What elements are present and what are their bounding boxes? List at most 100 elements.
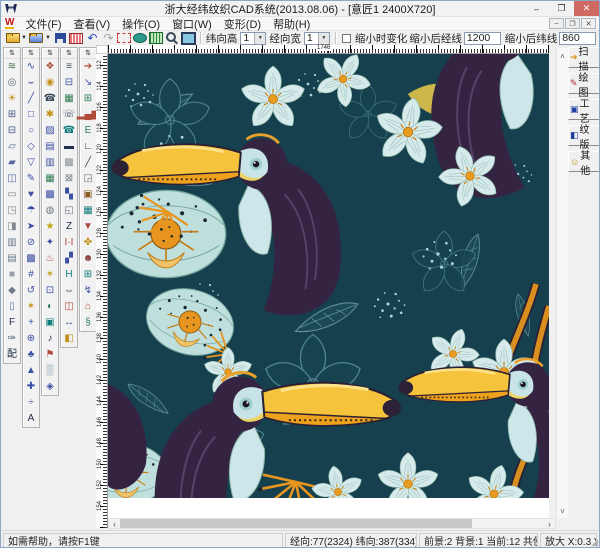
sort-vertical-icon[interactable]: ⇅	[4, 48, 20, 59]
tool-icon-c3-r16[interactable]: ◐	[42, 299, 58, 315]
tool-icon-c1-r6[interactable]: ▱	[4, 139, 20, 155]
tool-icon-c1-r10[interactable]: ◳	[4, 203, 20, 219]
tool-icon-c5-r2[interactable]: ↘	[80, 75, 96, 91]
tool-icon-c4-r15[interactable]: ⇔	[61, 283, 77, 299]
scroll-left-icon[interactable]: ‹	[109, 519, 120, 528]
tool-icon-c1-r1[interactable]: ≋	[4, 59, 20, 75]
tool-icon-c5-r8[interactable]: ◲	[80, 171, 96, 187]
chevron-down-icon[interactable]: ▼	[21, 35, 27, 41]
canvas-artwork[interactable]	[108, 54, 549, 498]
tool-icon-c3-r10[interactable]: ◍	[42, 203, 58, 219]
tool-icon-c2-r12[interactable]: ⊘	[23, 235, 39, 251]
tool-icon-c2-r16[interactable]: ✶	[23, 299, 39, 315]
shrink-change-checkbox[interactable]	[342, 34, 351, 43]
tool-icon-c5-r11[interactable]: ▼	[80, 219, 96, 235]
scroll-right-icon[interactable]: ›	[544, 519, 555, 528]
tool-icon-c2-r6[interactable]: ◇	[23, 139, 39, 155]
tool-icon-c2-r10[interactable]: ☂	[23, 203, 39, 219]
select-rect-icon[interactable]	[117, 32, 132, 45]
tool-icon-c3-r20[interactable]: ▒	[42, 363, 58, 379]
menu-v[interactable]: 查看(V)	[68, 16, 117, 32]
scan-icon[interactable]	[69, 32, 84, 45]
chevron-down-icon[interactable]: ▼	[45, 35, 51, 41]
tool-icon-c5-r13[interactable]: ☻	[80, 251, 96, 267]
sort-vertical-icon[interactable]: ⇅	[42, 48, 58, 59]
menu-d[interactable]: 变形(D)	[218, 16, 267, 32]
tool-icon-c3-r21[interactable]: ◈	[42, 379, 58, 395]
tool-icon-c3-r15[interactable]: ⊡	[42, 283, 58, 299]
tool-icon-c4-r7[interactable]: ▩	[61, 155, 77, 171]
chevron-down-icon[interactable]: ▼	[254, 33, 265, 44]
tool-icon-c2-r5[interactable]: ○	[23, 123, 39, 139]
chevron-down-icon[interactable]: ▼	[318, 33, 329, 44]
tool-icon-c3-r3[interactable]: ☎	[42, 91, 58, 107]
tool-icon-c5-r4[interactable]: ▂▄▆	[80, 107, 96, 123]
sort-vertical-icon[interactable]: ⇅	[23, 48, 39, 59]
tool-icon-c4-r13[interactable]: ▞	[61, 251, 77, 267]
tool-icon-c5-r14[interactable]: ⊞	[80, 267, 96, 283]
tool-icon-c3-r18[interactable]: ♪	[42, 331, 58, 347]
zoom-icon[interactable]	[165, 32, 180, 45]
tool-icon-c1-r15[interactable]: ◆	[4, 283, 20, 299]
tool-icon-c2-r9[interactable]: ♥	[23, 187, 39, 203]
tool-icon-c3-r12[interactable]: ✦	[42, 235, 58, 251]
tool-icon-c5-r6[interactable]: ∟	[80, 139, 96, 155]
vertical-scrollbar[interactable]: ˄ ˅	[556, 48, 568, 518]
tool-icon-c2-r17[interactable]: +	[23, 315, 39, 331]
tool-icon-c5-r9[interactable]: ▣	[80, 187, 96, 203]
tool-icon-c5-r10[interactable]: ▦	[80, 203, 96, 219]
sort-vertical-icon[interactable]: ⇅	[61, 48, 77, 59]
tool-icon-c2-r11[interactable]: ➤	[23, 219, 39, 235]
panel-button-3[interactable]: ▣工艺	[568, 99, 600, 120]
tool-icon-c4-r11[interactable]: Z	[61, 219, 77, 235]
tool-icon-c1-r5[interactable]: ⊟	[4, 123, 20, 139]
scroll-down-icon[interactable]: ˅	[557, 507, 568, 516]
menu-w[interactable]: 窗口(W)	[166, 16, 218, 32]
tool-icon-c4-r12[interactable]: I·I	[61, 235, 77, 251]
open-file-icon[interactable]	[5, 32, 20, 45]
tool-icon-c4-r9[interactable]: ▚	[61, 187, 77, 203]
tool-icon-c4-r10[interactable]: ◱	[61, 203, 77, 219]
tool-icon-c2-r1[interactable]: ∿	[23, 59, 39, 75]
tool-icon-c4-r18[interactable]: ◧	[61, 331, 77, 347]
tool-icon-c4-r2[interactable]: ⊟	[61, 75, 77, 91]
tool-icon-c1-r14[interactable]: ■	[4, 267, 20, 283]
tool-icon-c5-r1[interactable]: ➔	[80, 59, 96, 75]
redo-icon[interactable]: ↷	[101, 32, 116, 45]
tool-icon-c2-r23[interactable]: A	[23, 411, 39, 427]
mdi-minimize-button[interactable]: –	[549, 18, 564, 29]
tool-icon-c1-r18[interactable]: ✑	[4, 331, 20, 347]
menu-f[interactable]: 文件(F)	[19, 16, 67, 32]
tool-icon-c5-r17[interactable]: §	[80, 315, 96, 331]
grid-icon[interactable]	[149, 32, 164, 45]
tool-icon-c5-r16[interactable]: ⌂	[80, 299, 96, 315]
tool-icon-c5-r12[interactable]: ✤	[80, 235, 96, 251]
tool-icon-c2-r20[interactable]: ▲	[23, 363, 39, 379]
select-ellipse-icon[interactable]	[133, 32, 148, 45]
tool-icon-c2-r14[interactable]: #	[23, 267, 39, 283]
tool-icon-c3-r2[interactable]: ◉	[42, 75, 58, 91]
tool-icon-c2-r15[interactable]: ↺	[23, 283, 39, 299]
tool-icon-c3-r4[interactable]: ✱	[42, 107, 58, 123]
tool-icon-c2-r18[interactable]: ⊕	[23, 331, 39, 347]
tool-icon-c4-r6[interactable]: ▬	[61, 139, 77, 155]
panel-button-4[interactable]: ◧纹版	[568, 125, 600, 146]
menu-h[interactable]: 帮助(H)	[267, 16, 316, 32]
tool-icon-c5-r3[interactable]: ⊞	[80, 91, 96, 107]
horizontal-scroll-thumb[interactable]	[120, 519, 472, 528]
shrink-warp-input[interactable]: 1200	[464, 32, 501, 45]
tool-icon-c4-r3[interactable]: ▦	[61, 91, 77, 107]
tool-icon-c1-r4[interactable]: ⊞	[4, 107, 20, 123]
resize-grip[interactable]: ◢	[591, 537, 598, 548]
tool-icon-c3-r11[interactable]: ★	[42, 219, 58, 235]
tool-icon-c2-r13[interactable]: ▩	[23, 251, 39, 267]
horizontal-scrollbar[interactable]: ‹ ›	[108, 518, 556, 529]
tool-icon-c5-r7[interactable]: ╱	[80, 155, 96, 171]
tool-icon-c3-r6[interactable]: ▤	[42, 139, 58, 155]
panel-button-2[interactable]: ✎绘图	[568, 73, 600, 94]
panel-button-1[interactable]: ➔扫描	[568, 47, 600, 68]
tool-icon-c3-r8[interactable]: ▦	[42, 171, 58, 187]
tool-icon-c2-r7[interactable]: ▽	[23, 155, 39, 171]
save-icon[interactable]	[53, 32, 68, 45]
tool-icon-c3-r13[interactable]: ♨	[42, 251, 58, 267]
